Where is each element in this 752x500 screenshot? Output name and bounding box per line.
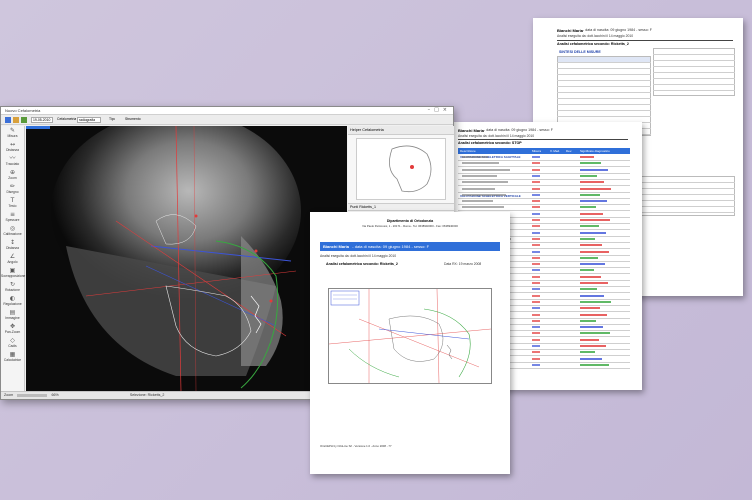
tool-misura[interactable]: ✎ Misura <box>1 126 24 140</box>
tool-testo[interactable]: T Testo <box>1 196 24 210</box>
window-controls: –□× <box>428 107 451 113</box>
tool-label: Pan-Zoom <box>4 330 21 334</box>
trace-icon: 〰 <box>9 155 16 162</box>
tool-label: Regolazione <box>3 302 22 306</box>
tool-label: Calibrazione <box>3 232 22 236</box>
tool-label: Rotazione <box>5 288 20 292</box>
tool-label: Disegno <box>6 190 19 194</box>
report-footer: OrisCEPH by OrisLine Srl - Versione 1.0 … <box>320 444 392 448</box>
analysis-title: Analisi cefalometrica secondo: Ricketts_… <box>326 262 398 266</box>
patient-info: - data di nascita: 09 giugno 1984 - sess… <box>484 128 553 132</box>
adjust-icon: ◐ <box>9 295 16 302</box>
tool-distanza[interactable]: ↔ Distanza <box>1 140 24 154</box>
selection-status: Selezione: Ricketts_2 <box>129 393 165 397</box>
tool-label: Zoom <box>8 176 17 180</box>
save-icon[interactable] <box>13 117 19 123</box>
tool-label: Angolo <box>7 260 18 264</box>
window-title: Nuovo Cefalometria <box>5 108 41 113</box>
tool-disegno[interactable]: ✏ Disegno <box>1 182 24 196</box>
overlay-icon: ▣ <box>9 267 16 274</box>
tool-sovrapposizione[interactable]: ▣ Sovrapposizione <box>1 266 26 280</box>
text-icon: T <box>10 197 15 204</box>
tool-spessore[interactable]: ≡ Spessore <box>1 210 24 224</box>
pan-icon: ✥ <box>9 323 16 330</box>
analysis-title: Analisi cefalometrica secondo: STOP <box>458 141 522 145</box>
date-field[interactable]: 19-05-2010 <box>31 117 53 123</box>
study-select[interactable]: radiografia <box>77 117 101 123</box>
tool-panel: ✎ Misura ↔ Distanza 〰 Tracciato ⊕ Zoom ✏ Disegno T… <box>1 126 25 392</box>
skull-preview-icon <box>389 145 432 193</box>
window-titlebar: Nuovo Cefalometria –□× <box>1 107 453 115</box>
tool-cadis[interactable]: ◇ Cadis <box>1 336 24 350</box>
tracing-drawing <box>328 288 492 384</box>
tool-zoom[interactable]: ⊕ Zoom <box>1 168 24 182</box>
points-list-title: Punti Ricketts_1 <box>348 203 454 211</box>
zoom-icon: ⊕ <box>9 169 16 176</box>
section-title: SINTESI DELLE MISURE <box>559 50 601 54</box>
cad-icon: ◇ <box>10 337 15 344</box>
tool-label: Sovrapposizione <box>1 274 26 278</box>
tool-label: Misura <box>7 134 18 138</box>
analysis-title: Analisi cefalometrica secondo: Ricketts_… <box>557 42 629 46</box>
zoom-value: 66% <box>51 393 59 397</box>
measure-icon: ↕ <box>9 239 16 246</box>
close-icon[interactable]: × <box>443 107 451 113</box>
study-label: Cefalometria <box>57 117 77 121</box>
instrument-label: Strumento <box>125 117 141 121</box>
draw-icon: ✏ <box>9 183 16 190</box>
tool-tracciato[interactable]: 〰 Tracciato <box>1 154 24 168</box>
analysis-author: Analisi eseguita da: dott.Iacchini il 14… <box>557 34 634 38</box>
calculator-icon: ▦ <box>9 351 16 358</box>
tracing-plot <box>328 288 492 384</box>
print-icon[interactable] <box>21 117 27 123</box>
clinic-name: Dipartimento di Ortodonzia <box>386 219 434 223</box>
patient-info: - data di nascita: 09 giugno 1984 - sess… <box>583 28 652 32</box>
tool-label: Cadis <box>8 344 17 348</box>
rotate-icon: ↻ <box>9 281 16 288</box>
tool-label: Testo <box>8 204 17 208</box>
helper-preview <box>356 138 446 200</box>
tool-regolazione[interactable]: ◐ Regolazione <box>1 294 24 308</box>
open-icon[interactable] <box>5 117 11 123</box>
tool-label: Calcolatrice <box>3 358 22 362</box>
report-sheet-front: Dipartimento di Ortodonzia Via Paolo Pet… <box>310 212 510 474</box>
thickness-icon: ≡ <box>9 211 16 218</box>
tool-angolo[interactable]: ∠ Angolo <box>1 252 24 266</box>
tool-label: Distanza <box>6 246 19 250</box>
tool-calcolatrice[interactable]: ▦ Calcolatrice <box>1 350 24 364</box>
tool-immagine[interactable]: ▤ Immagine <box>1 308 24 322</box>
patient-name: Bianchi Maria <box>458 128 485 133</box>
helper-title: Helper Cefalometria <box>348 126 454 135</box>
tool-label: Spessore <box>5 218 20 222</box>
type-label: Tipo <box>109 117 116 121</box>
clinic-address: Via Paolo Pettorossi, 1 - 20171 - Roma -… <box>362 224 458 228</box>
distance-icon: ↔ <box>9 141 16 148</box>
tool-label: Distanza <box>6 148 19 152</box>
patient-name: Bianchi Maria <box>557 28 584 33</box>
maximize-icon[interactable]: □ <box>434 107 443 113</box>
ruler-icon: ✎ <box>9 127 16 134</box>
patient-header: Bianchi Maria - data di nascita: 09 giug… <box>320 242 500 251</box>
tool-calibrazione[interactable]: ◎ Calibrazione <box>1 224 24 238</box>
analysis-author: Analisi eseguita da: dott.Iacchini il 14… <box>320 254 397 258</box>
calibrate-icon: ◎ <box>9 225 16 232</box>
tool-rotazione[interactable]: ↻ Rotazione <box>1 280 24 294</box>
zoom-label: Zoom <box>4 393 14 397</box>
image-icon: ▤ <box>9 309 16 316</box>
table-header: Descrizione Misura V. Med. Dev. Signific… <box>458 148 630 154</box>
tool-label: Tracciato <box>5 162 20 166</box>
tool-label: Immagine <box>5 316 20 320</box>
analysis-author: Analisi eseguita da: dott.Iacchini il 14… <box>458 134 535 138</box>
angle-icon: ∠ <box>9 253 16 260</box>
toolbar: 19-05-2010 Cefalometria radiografia Tipo… <box>1 115 453 125</box>
tool-distanza[interactable]: ↕ Distanza <box>1 238 24 252</box>
cephalometric-tracing <box>26 126 347 392</box>
zoom-slider[interactable] <box>17 393 48 397</box>
tool-pan-zoom[interactable]: ✥ Pan-Zoom <box>1 322 24 336</box>
xray-viewer[interactable] <box>26 126 347 392</box>
xray-date: Data RX: 19 marzo 2008 <box>444 262 482 266</box>
